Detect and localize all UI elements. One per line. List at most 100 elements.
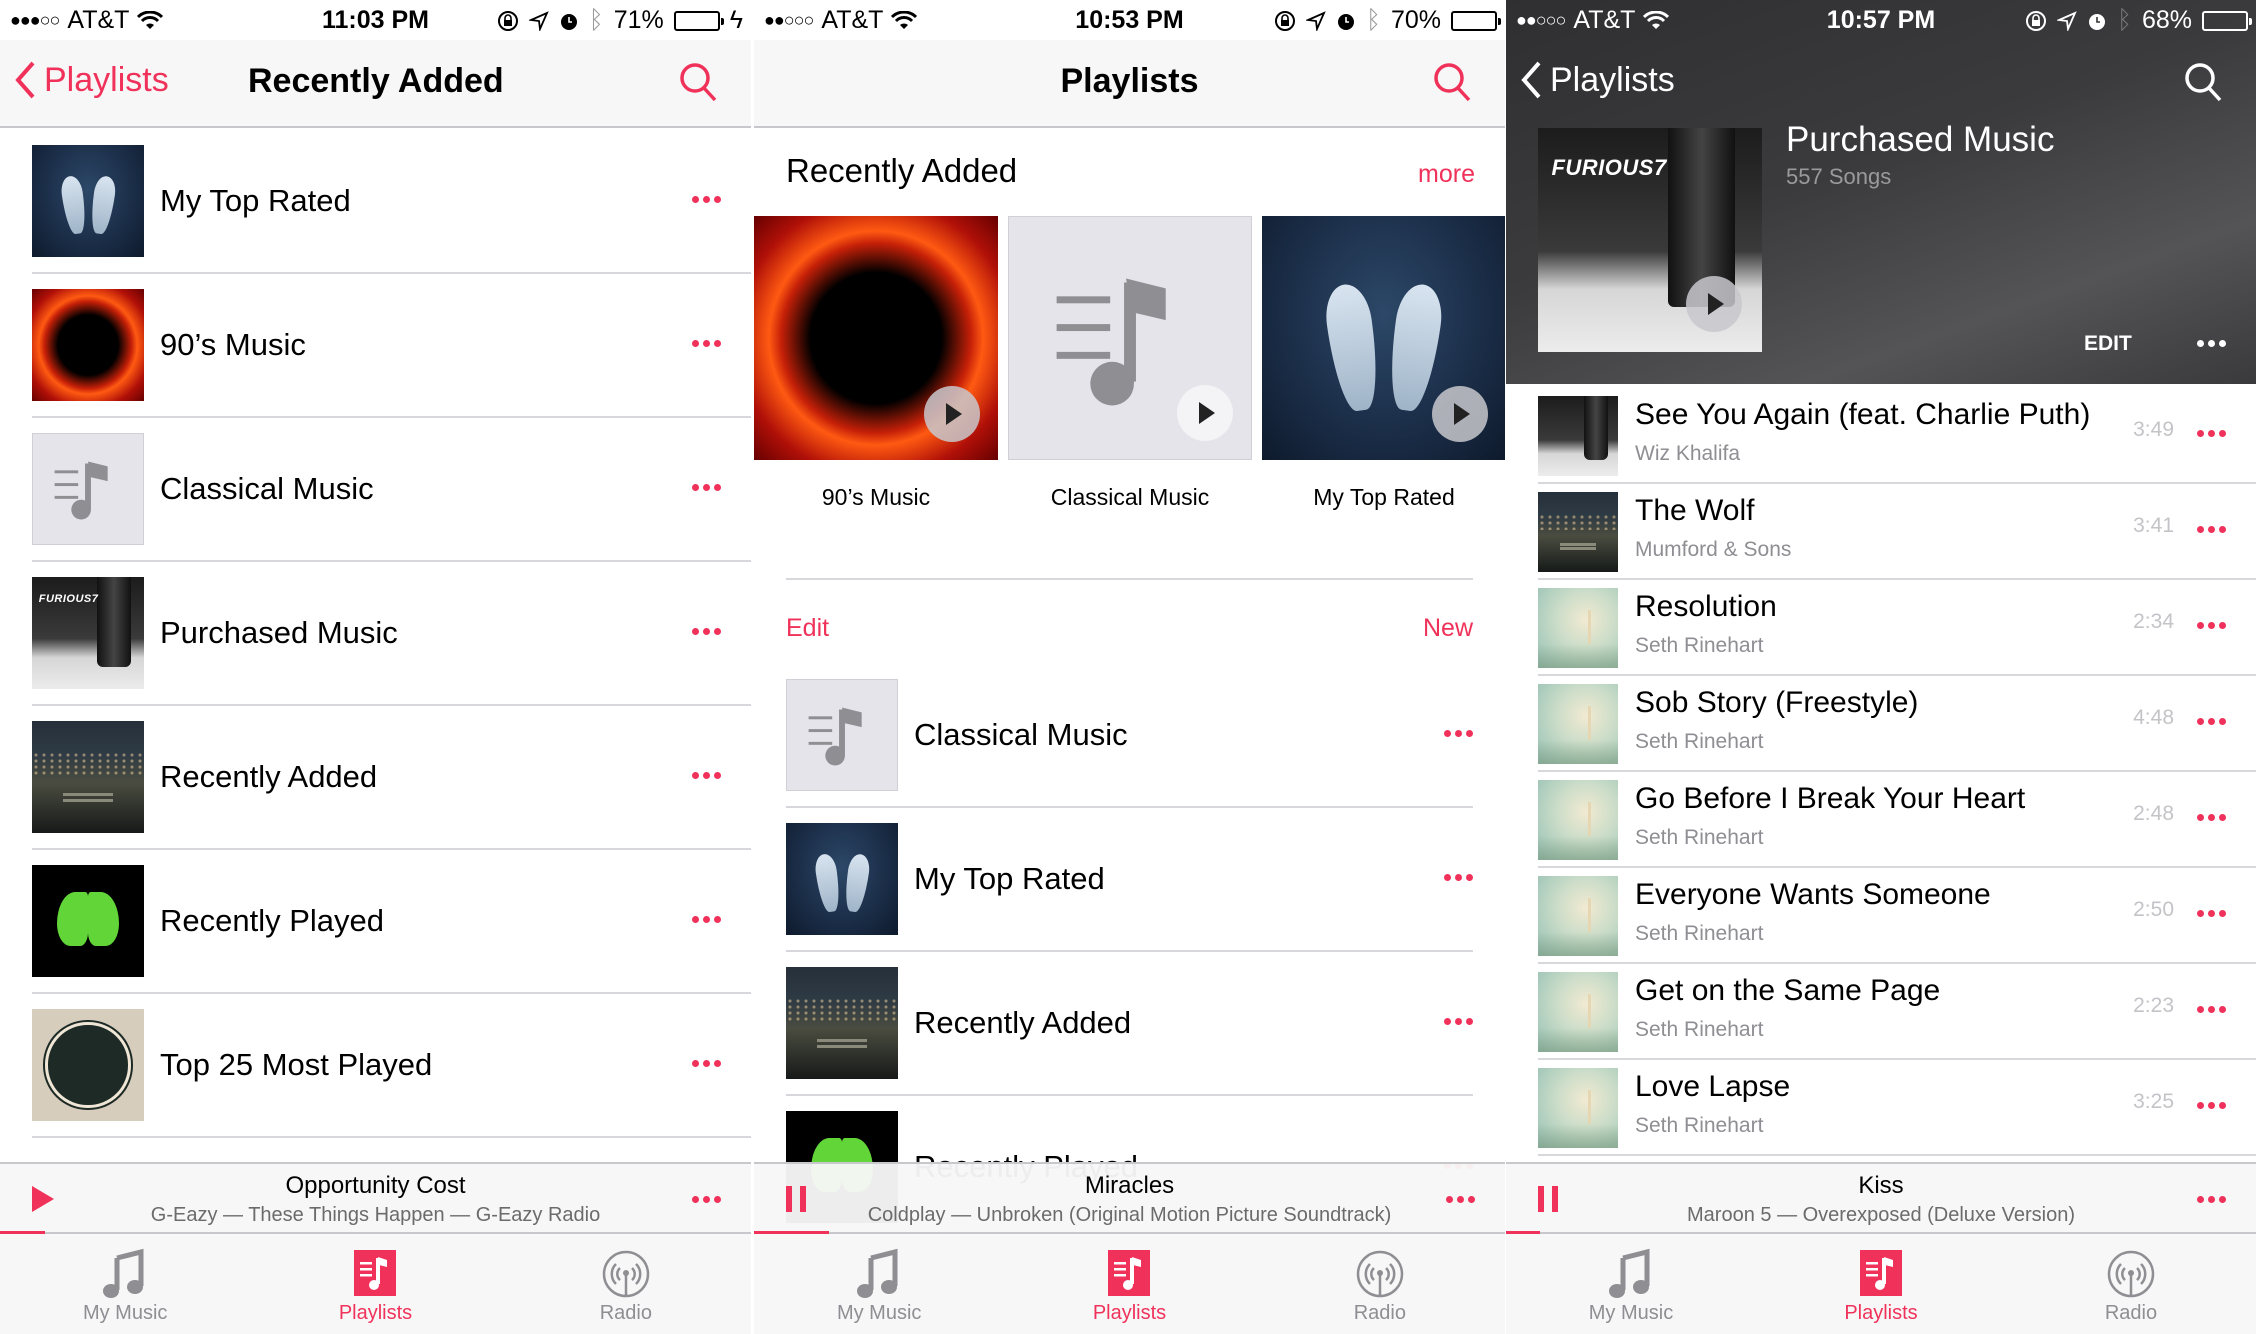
playlist-tile[interactable]: Classical Music — [1008, 216, 1252, 511]
song-row[interactable]: Go Before I Break Your Heart Seth Rineha… — [1538, 772, 2256, 868]
playlist-artwork — [1008, 216, 1252, 460]
playlist-row[interactable]: 90’s Music — [32, 274, 751, 418]
more-options-icon[interactable] — [1446, 1196, 1475, 1203]
song-row[interactable]: Everyone Wants Someone Seth Rinehart 2:5… — [1538, 868, 2256, 964]
search-icon[interactable] — [677, 60, 721, 104]
playlist-name: Recently Played — [160, 903, 385, 938]
song-duration: 2:48 — [2133, 802, 2174, 825]
location-icon — [1305, 10, 1326, 31]
song-title: See You Again (feat. Charlie Puth) — [1635, 398, 2091, 431]
playlist-icon — [1108, 1250, 1151, 1296]
tab-radio[interactable]: Radio — [1255, 1234, 1505, 1334]
more-options-icon[interactable] — [2197, 622, 2226, 629]
more-options-icon[interactable] — [2197, 910, 2226, 917]
now-playing-title: Miracles — [1084, 1172, 1175, 1199]
song-duration: 4:48 — [2133, 706, 2174, 729]
back-button[interactable]: Playlists — [14, 60, 169, 100]
more-options-icon[interactable] — [2197, 1196, 2226, 1203]
mini-player[interactable]: Kiss Maroon 5 — Overexposed (Deluxe Vers… — [1506, 1162, 2256, 1234]
playlist-row[interactable]: Classical Music — [786, 664, 1473, 808]
tab-radio[interactable]: Radio — [2006, 1234, 2256, 1334]
tab-label: My Music — [836, 1302, 922, 1324]
play-icon[interactable] — [1432, 386, 1488, 442]
more-options-icon[interactable] — [692, 340, 721, 347]
music-note-icon — [1609, 1248, 1650, 1298]
now-playing-title: Kiss — [1858, 1172, 1904, 1199]
back-button[interactable]: Playlists — [1520, 60, 1675, 100]
tab-playlists[interactable]: Playlists — [1756, 1234, 2006, 1334]
playlist-tile[interactable]: My Top Rated — [1262, 216, 1505, 511]
song-artist: Seth Rinehart — [1635, 1114, 1764, 1137]
mini-player[interactable]: Opportunity Cost G-Eazy — These Things H… — [0, 1162, 751, 1234]
radio-icon — [2107, 1250, 2155, 1298]
more-options-icon[interactable] — [692, 484, 721, 491]
playlist-artwork — [32, 721, 144, 833]
more-options-icon[interactable] — [1444, 1018, 1473, 1025]
playlist-list: Classical Music My Top Rated Recently Ad… — [786, 664, 1473, 1240]
playlist-row[interactable]: My Top Rated — [786, 808, 1473, 952]
status-bar: ●●●○○ AT&T 11:03 PM ᛒ 71% ϟ — [0, 0, 751, 40]
play-icon[interactable] — [1686, 276, 1742, 332]
alarm-icon — [2088, 13, 2105, 30]
more-options-icon[interactable] — [2197, 1006, 2226, 1013]
song-row[interactable]: Get on the Same Page Seth Rinehart 2:23 — [1538, 964, 2256, 1060]
more-options-icon[interactable] — [2197, 1102, 2226, 1109]
now-playing-title: Opportunity Cost — [285, 1172, 466, 1199]
more-options-icon[interactable] — [692, 196, 721, 203]
status-bar: ●●○○○ AT&T 10:53 PM ᛒ 70% — [754, 0, 1505, 40]
more-options-icon[interactable] — [2197, 526, 2226, 533]
more-options-icon[interactable] — [2197, 430, 2226, 437]
song-title: Resolution — [1635, 590, 1777, 623]
more-options-icon[interactable] — [2197, 340, 2226, 347]
play-icon[interactable] — [1177, 385, 1233, 441]
playlist-row[interactable]: Top 25 Most Played — [32, 994, 751, 1138]
song-row[interactable]: Resolution Seth Rinehart 2:34 — [1538, 580, 2256, 676]
playlist-placeholder-icon — [54, 461, 108, 520]
search-icon[interactable] — [1431, 60, 1475, 104]
edit-button[interactable]: EDIT — [2084, 332, 2132, 356]
play-icon[interactable] — [924, 386, 980, 442]
playlist-row[interactable]: Recently Added — [786, 952, 1473, 1096]
tab-radio[interactable]: Radio — [501, 1234, 751, 1334]
tile-label: Classical Music — [1050, 484, 1210, 510]
song-row[interactable]: The Wolf Mumford & Sons 3:41 — [1538, 484, 2256, 580]
tile-label: 90’s Music — [821, 484, 931, 510]
alarm-icon — [560, 13, 577, 30]
song-row[interactable]: See You Again (feat. Charlie Puth) Wiz K… — [1538, 388, 2256, 484]
more-options-icon[interactable] — [692, 1196, 721, 1203]
new-playlist-button[interactable]: New — [1423, 614, 1473, 643]
charging-icon: ϟ — [729, 6, 743, 34]
tab-playlists[interactable]: Playlists — [1004, 1234, 1254, 1334]
tab-my-music[interactable]: My Music — [754, 1234, 1004, 1334]
more-link[interactable]: more — [1418, 160, 1475, 189]
more-options-icon[interactable] — [1444, 730, 1473, 737]
more-options-icon[interactable] — [1444, 874, 1473, 881]
search-icon[interactable] — [2182, 60, 2226, 104]
song-row[interactable]: Sob Story (Freestyle) Seth Rinehart 4:48 — [1538, 676, 2256, 772]
playlist-row[interactable]: Classical Music — [32, 418, 751, 562]
tab-my-music[interactable]: My Music — [0, 1234, 250, 1334]
music-note-icon — [857, 1248, 898, 1298]
more-options-icon[interactable] — [692, 772, 721, 779]
chevron-left-icon — [1521, 61, 1541, 99]
edit-button[interactable]: Edit — [786, 614, 829, 643]
playlist-tile[interactable]: 90’s Music — [754, 216, 998, 511]
tab-playlists[interactable]: Playlists — [250, 1234, 500, 1334]
mini-player[interactable]: Miracles Coldplay — Unbroken (Original M… — [754, 1162, 1505, 1234]
more-options-icon[interactable] — [692, 1060, 721, 1067]
playlist-row[interactable]: Recently Played — [32, 850, 751, 994]
playlist-row[interactable]: Recently Added — [32, 706, 751, 850]
song-row[interactable]: Love Lapse Seth Rinehart 3:25 — [1538, 1060, 2256, 1156]
page-title: Playlists — [1060, 62, 1199, 100]
more-options-icon[interactable] — [692, 916, 721, 923]
more-options-icon[interactable] — [692, 628, 721, 635]
tab-label: My Music — [82, 1302, 168, 1324]
song-title: Love Lapse — [1635, 1070, 1791, 1103]
tab-my-music[interactable]: My Music — [1506, 1234, 1756, 1334]
more-options-icon[interactable] — [2197, 814, 2226, 821]
playlist-row[interactable]: FURIOUS7 Purchased Music — [32, 562, 751, 706]
battery-icon — [2202, 10, 2252, 31]
more-options-icon[interactable] — [2197, 718, 2226, 725]
playlist-artwork — [32, 145, 144, 257]
playlist-row[interactable]: My Top Rated — [32, 130, 751, 274]
